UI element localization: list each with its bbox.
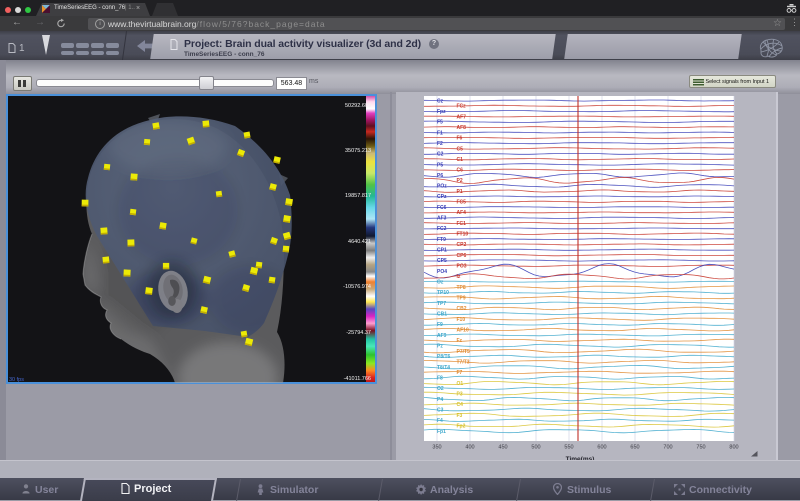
svg-text:PO3: PO3 (457, 264, 467, 270)
svg-text:T8/T4: T8/T4 (437, 365, 450, 371)
svg-text:FC2: FC2 (437, 226, 447, 232)
svg-text:TP7: TP7 (437, 301, 446, 307)
svg-text:Fp1: Fp1 (437, 429, 446, 435)
svg-text:F2: F2 (437, 141, 443, 147)
svg-text:-10576.974: -10576.974 (343, 284, 371, 290)
svg-text:-41011.766: -41011.766 (344, 376, 371, 382)
svg-text:650: 650 (630, 445, 639, 451)
svg-text:CP2: CP2 (457, 242, 467, 248)
svg-text:AF7: AF7 (457, 114, 467, 120)
svg-text:750: 750 (696, 445, 705, 451)
svg-text:POz: POz (437, 184, 447, 190)
svg-text:450: 450 (498, 445, 507, 451)
svg-text:F6: F6 (457, 136, 463, 142)
svg-text:Oz: Oz (437, 280, 444, 286)
svg-text:F7: F7 (457, 370, 463, 376)
svg-text:550: 550 (564, 445, 573, 451)
svg-text:AF8: AF8 (457, 125, 467, 131)
svg-text:4640.421: 4640.421 (348, 239, 371, 245)
svg-text:CP5: CP5 (437, 258, 447, 264)
svg-text:Fpz: Fpz (437, 109, 446, 115)
svg-text:CPz: CPz (437, 194, 447, 200)
svg-text:C1: C1 (457, 157, 464, 163)
svg-text:P6: P6 (437, 173, 443, 179)
svg-text:Fz: Fz (457, 338, 463, 344)
svg-text:Pz: Pz (437, 344, 443, 350)
svg-text:AF10: AF10 (457, 328, 469, 334)
svg-text:Fp2: Fp2 (457, 423, 466, 429)
svg-text:P1: P1 (457, 189, 463, 195)
svg-text:TP9: TP9 (457, 296, 466, 302)
svg-text:P5: P5 (437, 162, 443, 168)
svg-text:T7/T3: T7/T3 (457, 360, 470, 366)
svg-text:FT9: FT9 (437, 237, 446, 243)
svg-text:AF4: AF4 (457, 210, 467, 216)
svg-text:TP8: TP8 (457, 285, 466, 291)
svg-text:P4: P4 (437, 397, 443, 403)
svg-text:CB1: CB1 (437, 312, 447, 318)
svg-text:C5: C5 (457, 146, 464, 152)
svg-text:PO4: PO4 (437, 269, 447, 275)
svg-text:30 fps: 30 fps (9, 377, 24, 383)
svg-text:P7/T5: P7/T5 (457, 349, 471, 355)
svg-text:600: 600 (597, 445, 606, 451)
svg-text:35075.213: 35075.213 (345, 148, 371, 154)
svg-text:50292.609: 50292.609 (345, 103, 371, 109)
svg-text:19857.817: 19857.817 (345, 193, 371, 199)
svg-text:350: 350 (432, 445, 441, 451)
svg-text:O1: O1 (457, 381, 464, 387)
svg-text:C2: C2 (437, 152, 444, 158)
svg-text:AF9: AF9 (437, 333, 447, 339)
svg-text:TP10: TP10 (437, 290, 449, 296)
svg-text:F3: F3 (457, 413, 463, 419)
svg-text:500: 500 (531, 445, 540, 451)
svg-text:Iz: Iz (457, 274, 461, 280)
svg-text:400: 400 (465, 445, 474, 451)
svg-text:F10: F10 (457, 317, 466, 323)
svg-text:AF3: AF3 (437, 216, 447, 222)
svg-text:P3: P3 (457, 391, 463, 397)
svg-text:F5: F5 (437, 120, 443, 126)
svg-text:C3: C3 (437, 407, 444, 413)
svg-text:C6: C6 (457, 168, 464, 174)
svg-text:FT10: FT10 (457, 232, 469, 238)
svg-text:F4: F4 (437, 418, 443, 424)
svg-text:F9: F9 (437, 322, 443, 328)
svg-text:F8: F8 (437, 376, 443, 382)
svg-text:FCz: FCz (457, 104, 467, 110)
svg-text:FC6: FC6 (437, 205, 447, 211)
svg-text:-25794.37: -25794.37 (346, 330, 371, 336)
svg-text:O2: O2 (437, 386, 444, 392)
svg-text:F1: F1 (437, 130, 443, 136)
svg-text:FC5: FC5 (457, 200, 467, 206)
svg-text:P2: P2 (457, 178, 463, 184)
svg-text:CB2: CB2 (457, 306, 467, 312)
svg-text:700: 700 (663, 445, 672, 451)
svg-text:P8/T6: P8/T6 (437, 354, 451, 360)
svg-text:FC1: FC1 (457, 221, 467, 227)
svg-text:CP6: CP6 (457, 253, 467, 259)
svg-text:800: 800 (729, 445, 738, 451)
svg-text:CP1: CP1 (437, 248, 447, 254)
svg-text:C4: C4 (457, 402, 464, 408)
svg-text:Cz: Cz (437, 98, 444, 104)
